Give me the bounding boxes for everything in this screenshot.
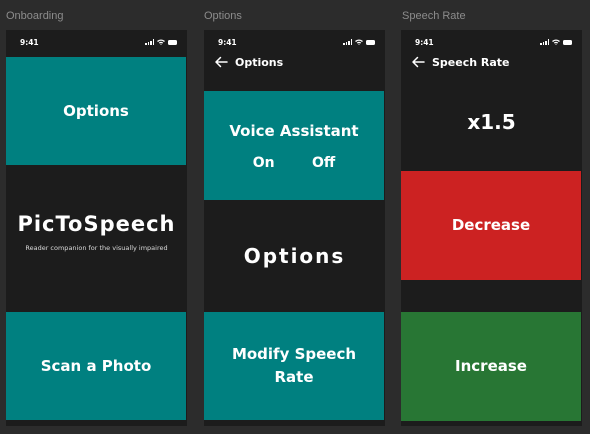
status-icons	[343, 39, 375, 45]
app-subtitle: Reader companion for the visually impair…	[25, 244, 168, 252]
battery-icon	[366, 40, 375, 45]
options-button-label: Options	[63, 101, 129, 120]
nav-title: Speech Rate	[432, 56, 510, 69]
frame-label-speech-rate: Speech Rate	[402, 10, 466, 22]
speech-rate-screen: 9:41 Speech Rate x1.5 Decrease Increase	[401, 30, 582, 426]
signal-icon	[540, 39, 549, 45]
scan-photo-button-label: Scan a Photo	[40, 356, 152, 375]
nav-bar: Options	[204, 54, 385, 70]
status-icons	[145, 39, 177, 45]
voice-assistant-label: Voice Assistant	[229, 122, 359, 140]
voice-off-option[interactable]: Off	[312, 155, 335, 171]
nav-bar: Speech Rate	[401, 54, 582, 70]
modify-speech-rate-button[interactable]: Modify Speech Rate	[204, 312, 384, 420]
voice-on-option[interactable]: On	[253, 155, 275, 171]
status-time: 9:41	[415, 38, 434, 47]
onboarding-screen: 9:41 Options PicToSpeech Reader companio…	[6, 30, 187, 426]
status-icons	[540, 39, 572, 45]
back-arrow-icon[interactable]	[411, 55, 425, 69]
wifi-icon	[552, 39, 560, 45]
signal-icon	[145, 39, 154, 45]
increase-button[interactable]: Increase	[401, 312, 581, 421]
nav-title: Options	[235, 56, 284, 69]
status-time: 9:41	[218, 38, 237, 47]
options-heading: Options	[243, 244, 346, 268]
decrease-button[interactable]: Decrease	[401, 171, 581, 280]
voice-assistant-toggle: On Off	[204, 155, 384, 171]
signal-icon	[343, 39, 352, 45]
frame-label-options: Options	[204, 10, 242, 22]
app-title: PicToSpeech	[17, 212, 176, 236]
frame-label-onboarding: Onboarding	[6, 10, 64, 22]
increase-button-label: Increase	[455, 357, 527, 375]
options-button[interactable]: Options	[6, 57, 186, 165]
modify-speech-rate-label: Modify Speech Rate	[231, 345, 357, 386]
battery-icon	[168, 40, 177, 45]
decrease-button-label: Decrease	[451, 216, 531, 234]
status-bar: 9:41	[6, 36, 187, 50]
scan-photo-button[interactable]: Scan a Photo	[6, 312, 186, 420]
wifi-icon	[157, 39, 165, 45]
status-bar: 9:41	[401, 36, 582, 50]
voice-assistant-panel: Voice Assistant On Off	[204, 91, 384, 200]
back-arrow-icon[interactable]	[214, 55, 228, 69]
battery-icon	[563, 40, 572, 45]
status-bar: 9:41	[204, 36, 385, 50]
speech-rate-value: x1.5	[467, 110, 516, 134]
wifi-icon	[355, 39, 363, 45]
options-screen: 9:41 Options Voice Assistant On Off Opti…	[204, 30, 385, 426]
status-time: 9:41	[20, 38, 39, 47]
